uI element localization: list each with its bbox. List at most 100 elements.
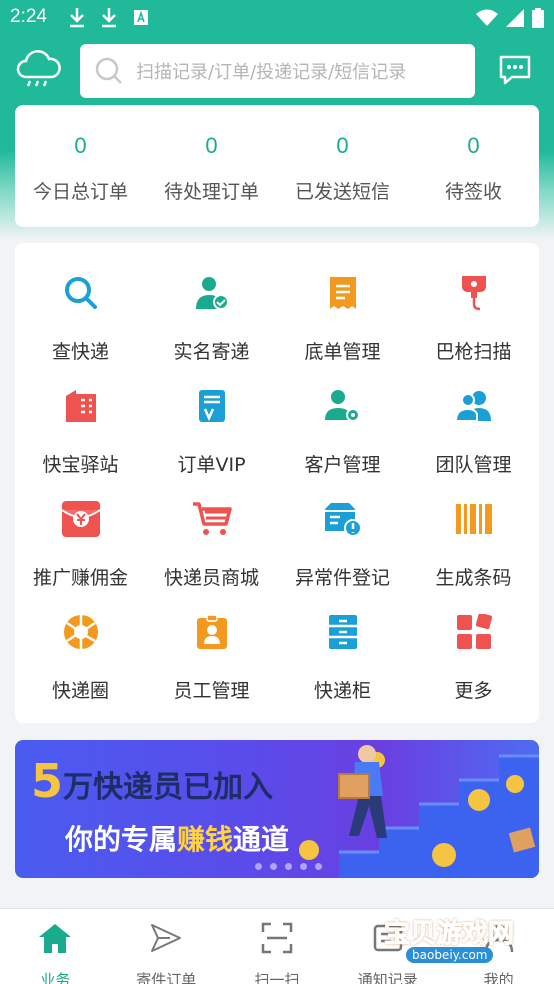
search-icon [64,277,97,309]
grid-item-label: 更多 [454,680,493,702]
tab-label: 扫一扫 [254,971,300,984]
system-icons [476,8,544,28]
search-placeholder: 扫描记录/订单/投递记录/短信记录 [136,62,407,83]
grid-item-generate-barcode[interactable]: 生成条码 [408,487,539,600]
stat-value: 0 [467,133,480,158]
grid-item-label: 快递员商城 [163,567,259,589]
watermark-url: baobeiy.com [406,947,494,963]
download-icon [102,8,116,28]
grid-item-order-vip[interactable]: 订单VIP [146,374,277,487]
battery-icon [532,8,544,28]
grid-item-label: 客户管理 [304,454,381,476]
status-bar: 2:24 [0,0,554,36]
grid-item-label: 生成条码 [435,567,512,589]
signal-icon [506,9,524,27]
watermark-title: 宝贝游戏网 [383,919,515,950]
verified-user-icon [195,277,229,310]
team-icon [454,391,491,422]
grid-item-realname-send[interactable]: 实名寄递 [146,261,277,374]
tab-label: 业务 [40,971,71,984]
search-bar[interactable]: 扫描记录/订单/投递记录/短信记录 [80,44,475,98]
grid-item-more[interactable]: 更多 [408,600,539,713]
grid-item-label: 订单VIP [177,454,246,476]
notification-icons [68,6,150,28]
employee-badge-icon [196,614,227,649]
grid-item-label: 异常件登记 [294,567,390,589]
stat-label: 待签收 [444,181,502,203]
grid-item-kuaibao-station[interactable]: 快宝驿站 [15,374,146,487]
banner-subline-b: 通道 [233,823,290,856]
stat-today-orders[interactable]: 0 今日总订单 [15,105,146,227]
receipt-icon [329,277,356,309]
grid-item-label: 团队管理 [435,454,512,476]
site-watermark: 宝贝游戏网 baobeiy.com [372,905,532,971]
stat-value: 0 [205,133,218,158]
grid-item-label: 实名寄递 [173,341,250,363]
grid-item-scanner-gun[interactable]: 巴枪扫描 [408,261,539,374]
banner-subline: 你的专属赚钱通道 [65,818,289,858]
stat-pending-orders[interactable]: 0 待处理订单 [146,105,277,227]
tab-label: 我的 [483,971,514,984]
tab-label: 寄件订单 [136,971,197,984]
tab-send-orders[interactable]: 寄件订单 [111,909,222,984]
app-notification-icon [134,10,148,25]
grid-item-label: 快宝驿站 [42,454,119,476]
download-icon [70,8,84,28]
stat-sent-sms[interactable]: 0 已发送短信 [277,105,408,227]
grid-item-promote-commission[interactable]: 推广赚佣金 [15,487,146,600]
cabinet-icon [328,615,357,649]
grid-item-label: 底单管理 [304,341,381,363]
grid-item-express-circle[interactable]: 快递圈 [15,600,146,713]
stat-value: 0 [336,133,349,158]
courier-illustration [299,745,539,878]
grid-item-receipt-management[interactable]: 底单管理 [277,261,408,374]
alert-truck-icon [324,503,362,537]
grid-item-label: 员工管理 [173,680,250,702]
function-grid: 查快递 实名寄递 底单管理 巴枪扫描 快宝驿站 订单VIP 客户管理 团队管理 … [15,243,539,723]
banner-subline-highlight: 赚钱 [177,823,234,856]
stat-label: 今日总订单 [32,181,128,203]
send-icon [151,924,182,952]
banner-pagination [255,863,322,870]
banner-number: 5 [31,754,64,808]
search-icon [95,57,122,84]
grid-item-label: 快递柜 [313,680,371,702]
user-settings-icon [324,390,360,422]
order-stats-card: 0 今日总订单 0 待处理订单 0 已发送短信 0 待签收 [15,105,539,227]
scan-frame-icon [261,922,293,954]
grid-item-staff-management[interactable]: 员工管理 [146,600,277,713]
grid-item-label: 巴枪扫描 [435,341,512,363]
status-time: 2:24 [10,6,47,27]
message-icon[interactable] [498,54,532,86]
grid-item-query-express[interactable]: 查快递 [15,261,146,374]
banner-headline: 5万快递员已加入 [31,754,273,808]
grid-item-customer-management[interactable]: 客户管理 [277,374,408,487]
stat-label: 待处理订单 [163,181,259,203]
grid-item-label: 查快递 [51,341,109,363]
grid-item-courier-mall[interactable]: 快递员商城 [146,487,277,600]
stat-awaiting-signature[interactable]: 0 待签收 [408,105,539,227]
home-icon [39,924,72,953]
tab-business[interactable]: 业务 [0,909,111,984]
promo-banner[interactable]: 5万快递员已加入 你的专属赚钱通道 [15,740,539,878]
grid-item-label: 推广赚佣金 [32,567,128,589]
stat-value: 0 [74,133,87,158]
grid-item-team-management[interactable]: 团队管理 [408,374,539,487]
more-grid-icon [456,614,492,649]
grid-item-parcel-locker[interactable]: 快递柜 [277,600,408,713]
wifi-icon [476,9,498,26]
aperture-icon [63,615,98,649]
grid-item-exception-registration[interactable]: 异常件登记 [277,487,408,600]
weather-cloud-icon[interactable] [16,50,62,90]
banner-subline-a: 你的专属 [65,823,178,856]
tab-label: 通知记录 [357,971,418,984]
tab-scan[interactable]: 扫一扫 [222,909,333,984]
building-icon [65,390,96,422]
banner-headline-text: 万快递员已加入 [63,770,274,805]
barcode-icon [455,504,492,534]
grid-item-label: 快递圈 [51,680,109,702]
stat-label: 已发送短信 [294,181,390,203]
vip-document-icon [198,390,225,422]
red-envelope-icon [60,501,101,537]
scanner-gun-icon [461,276,486,311]
